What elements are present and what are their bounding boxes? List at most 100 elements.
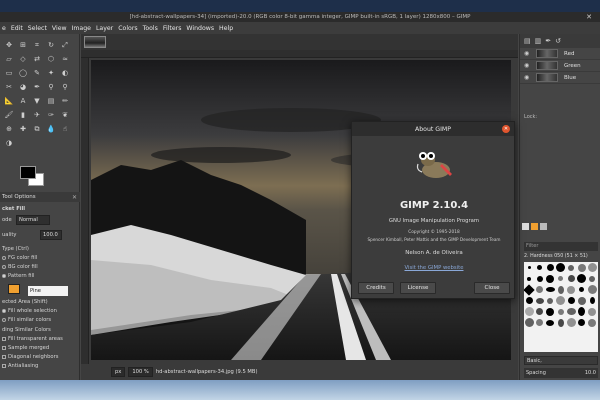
eye-icon[interactable]: ◉	[524, 74, 532, 81]
eye-icon[interactable]: ◉	[524, 62, 532, 69]
brush-item[interactable]	[577, 274, 587, 283]
channel-green[interactable]: ◉ Green	[520, 60, 600, 72]
brush-item[interactable]	[535, 297, 544, 304]
measure-icon[interactable]: 📐	[2, 94, 16, 108]
color-select-icon[interactable]: ◐	[58, 66, 72, 80]
brush-item[interactable]	[546, 307, 555, 316]
paths-icon[interactable]: ✒	[30, 80, 44, 94]
align-tool-icon[interactable]: ⊞	[16, 38, 30, 52]
eye-icon[interactable]: ◉	[524, 50, 532, 57]
brush-preset-select[interactable]: Basic,	[524, 356, 598, 365]
foreground-select-icon[interactable]: ◕	[16, 80, 30, 94]
menu-colors[interactable]: Colors	[118, 25, 137, 32]
brush-item[interactable]	[589, 275, 596, 282]
menu-file[interactable]: e	[2, 25, 6, 32]
text-tool-icon[interactable]: A	[16, 94, 30, 108]
fonts-tab-icon[interactable]	[540, 222, 547, 230]
rotate-tool-icon[interactable]: ↻	[44, 38, 58, 52]
brush-item[interactable]	[589, 297, 595, 304]
zoom-icon[interactable]: ⚲	[58, 80, 72, 94]
menu-tools[interactable]: Tools	[143, 25, 158, 32]
heal-icon[interactable]: ✚	[16, 122, 30, 136]
foreground-color[interactable]	[20, 166, 36, 179]
unit-select[interactable]: px	[111, 367, 126, 377]
menu-edit[interactable]: Edit	[11, 25, 23, 32]
spacing-control[interactable]: Spacing 10.0	[524, 368, 598, 378]
cage-tool-icon[interactable]: ⬡	[44, 52, 58, 66]
brush-item[interactable]	[546, 264, 554, 271]
color-picker-icon[interactable]: ⚲	[44, 80, 58, 94]
scale-tool-icon[interactable]: ⤢	[58, 38, 72, 52]
fuzzy-select-icon[interactable]: ✦	[44, 66, 58, 80]
brush-item[interactable]	[537, 265, 543, 270]
brush-item[interactable]	[566, 308, 576, 315]
about-website-link[interactable]: Visit the GIMP website	[352, 265, 516, 271]
brush-item[interactable]	[546, 319, 555, 326]
affected-option-similar[interactable]: Fill similar colors	[2, 317, 51, 323]
brush-item[interactable]	[525, 297, 533, 304]
perspective-tool-icon[interactable]: ◇	[16, 52, 30, 66]
bucket-fill-icon[interactable]: ▼	[30, 94, 44, 108]
free-select-icon[interactable]: ✎	[30, 66, 44, 80]
brush-item[interactable]	[546, 274, 555, 283]
brush-item[interactable]	[547, 297, 554, 304]
brush-item[interactable]	[588, 318, 597, 327]
brush-item[interactable]	[536, 286, 544, 293]
smudge-icon[interactable]: ☝	[58, 122, 72, 136]
brush-item[interactable]	[588, 307, 597, 316]
channel-red[interactable]: ◉ Red	[520, 48, 600, 60]
mode-select[interactable]: Normal	[16, 215, 50, 225]
shear-tool-icon[interactable]: ▱	[2, 52, 16, 66]
ink-icon[interactable]: ✑	[44, 108, 58, 122]
brush-item[interactable]	[524, 318, 534, 327]
fg-bg-colors[interactable]	[20, 166, 48, 188]
affected-option-whole[interactable]: Fill whole selection	[2, 308, 57, 314]
brush-item[interactable]	[566, 318, 576, 327]
opacity-value[interactable]: 100.0	[40, 230, 62, 240]
clone-icon[interactable]: ⊕	[2, 122, 16, 136]
rect-select-icon[interactable]: ▭	[2, 66, 16, 80]
menu-windows[interactable]: Windows	[186, 25, 214, 32]
brush-item[interactable]	[558, 276, 564, 281]
brush-item[interactable]	[587, 285, 597, 294]
perspective-clone-icon[interactable]: ⧉	[30, 122, 44, 136]
brush-item[interactable]	[567, 285, 576, 294]
brush-item[interactable]	[536, 275, 543, 282]
brush-item[interactable]	[527, 266, 531, 269]
fill-option-pattern[interactable]: Pattern fill	[2, 273, 34, 279]
paths-tab-icon[interactable]: ✒	[545, 37, 551, 45]
flip-tool-icon[interactable]: ⇄	[30, 52, 44, 66]
brush-item[interactable]	[545, 287, 555, 292]
dodge-icon[interactable]: ◑	[2, 136, 16, 150]
pattern-swatch[interactable]	[8, 284, 20, 294]
menu-image[interactable]: Image	[72, 25, 91, 32]
pencil-icon[interactable]: ✏	[58, 94, 72, 108]
brush-filter-input[interactable]: Filter	[524, 242, 598, 251]
option-diagonal[interactable]: Diagonal neighbors	[2, 354, 58, 360]
menu-view[interactable]: View	[52, 25, 67, 32]
brush-item[interactable]	[524, 307, 534, 316]
brush-item[interactable]	[536, 319, 544, 326]
menu-filters[interactable]: Filters	[163, 25, 182, 32]
scissors-icon[interactable]: ✂	[2, 80, 16, 94]
layers-tab-icon[interactable]: ▤	[524, 37, 531, 45]
gradient-icon[interactable]: ▤	[44, 94, 58, 108]
brush-item[interactable]	[578, 307, 586, 316]
menu-layer[interactable]: Layer	[96, 25, 113, 32]
brush-item[interactable]	[568, 264, 575, 271]
tool-options-tab[interactable]: Tool Options ✕	[0, 192, 80, 202]
move-tool-icon[interactable]: ✥	[2, 38, 16, 52]
brush-item[interactable]	[578, 319, 586, 326]
brush-item[interactable]	[557, 318, 564, 327]
paintbrush-icon[interactable]: 🖌	[2, 108, 16, 122]
channel-blue[interactable]: ◉ Blue	[520, 72, 600, 84]
brush-item[interactable]	[579, 287, 585, 292]
brush-item[interactable]	[524, 283, 535, 296]
option-sample-merged[interactable]: Sample merged	[2, 345, 49, 351]
ellipse-select-icon[interactable]: ◯	[16, 66, 30, 80]
brush-grid[interactable]	[524, 262, 598, 352]
brush-item[interactable]	[577, 296, 586, 305]
eraser-icon[interactable]: ▮	[16, 108, 30, 122]
crop-tool-icon[interactable]: ⌗	[30, 38, 44, 52]
zoom-select[interactable]: 100 %	[128, 367, 153, 377]
